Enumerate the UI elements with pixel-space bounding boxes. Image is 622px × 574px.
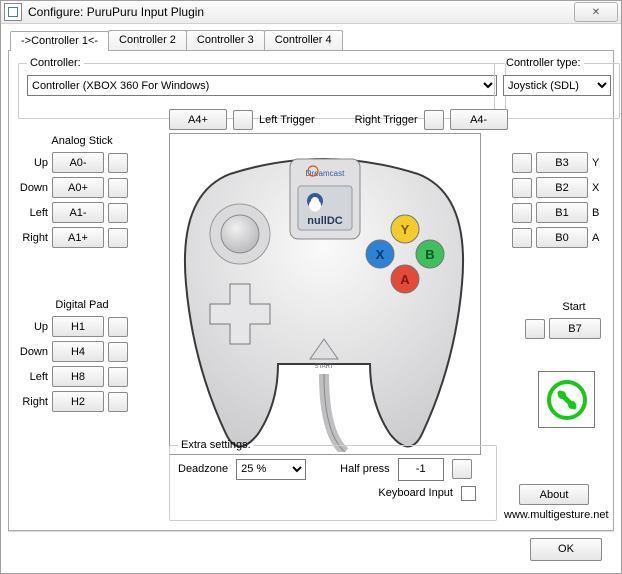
analog-down-clear[interactable] <box>108 178 128 198</box>
digital-left-button[interactable]: H8 <box>52 366 104 387</box>
start-legend: Start <box>547 301 601 313</box>
tab-controller-4[interactable]: Controller 4 <box>264 30 343 50</box>
analog-right-clear[interactable] <box>108 228 128 248</box>
controller-select[interactable]: Controller (XBOX 360 For Windows) <box>27 75 497 96</box>
svg-text:X: X <box>376 247 385 262</box>
analog-left-button[interactable]: A1- <box>52 202 104 223</box>
analog-down-label: Down <box>18 182 48 194</box>
controller-type-group: Controller type: Joystick (SDL) <box>494 57 620 119</box>
right-trigger-label: Right Trigger <box>355 114 418 126</box>
extra-settings-group: Extra settings: Deadzone 25 % Half press… <box>169 439 497 521</box>
halfpress-input[interactable] <box>398 458 444 481</box>
analog-left-label: Left <box>18 207 48 219</box>
svg-text:START: START <box>314 364 333 370</box>
face-x-clear[interactable] <box>512 178 532 198</box>
left-trigger-clear[interactable] <box>233 110 253 130</box>
digital-left-label: Left <box>18 371 48 383</box>
controller-image: Dreamcast nullDC Y X B <box>169 133 481 455</box>
analog-down-button[interactable]: A0+ <box>52 177 104 198</box>
face-b-label: B <box>592 207 604 219</box>
a4-minus-button[interactable]: A4- <box>450 109 508 130</box>
brand-text: Dreamcast <box>306 169 345 178</box>
keyboard-label: Keyboard Input <box>378 487 453 499</box>
titlebar: Configure: PuruPuru Input Plugin ✕ <box>1 1 621 24</box>
close-button[interactable]: ✕ <box>574 2 618 22</box>
svg-text:A: A <box>400 272 410 287</box>
digital-right-button[interactable]: H2 <box>52 391 104 412</box>
deadzone-select[interactable]: 25 % <box>236 459 306 480</box>
digital-up-label: Up <box>18 321 48 333</box>
window-title: Configure: PuruPuru Input Plugin <box>28 5 574 19</box>
tab-page: Controller: Controller (XBOX 360 For Win… <box>8 50 614 531</box>
plugin-icon <box>538 371 595 428</box>
controller-type-select[interactable]: Joystick (SDL) <box>503 75 611 96</box>
face-x-button[interactable]: B2 <box>536 177 588 198</box>
app-icon <box>4 3 22 21</box>
website-link[interactable]: www.multigesture.net <box>504 509 609 521</box>
digital-up-clear[interactable] <box>108 317 128 337</box>
analog-section: Analog Stick Up A0- Down A0+ Left A1- Right… <box>18 135 128 251</box>
digital-up-button[interactable]: H1 <box>52 316 104 337</box>
tab-controller-3[interactable]: Controller 3 <box>186 30 265 50</box>
analog-up-clear[interactable] <box>108 153 128 173</box>
controller-legend: Controller: <box>27 57 84 69</box>
left-trigger-label: Left Trigger <box>259 114 315 126</box>
start-section: Start B7 <box>525 301 601 340</box>
face-buttons-section: B3 Y B2 X B1 B B0 A <box>512 151 604 251</box>
face-a-label: A <box>592 232 604 244</box>
svg-text:Y: Y <box>401 222 410 237</box>
analog-up-button[interactable]: A0- <box>52 152 104 173</box>
halfpress-label: Half press <box>340 463 390 475</box>
analog-legend: Analog Stick <box>36 135 128 147</box>
digital-left-clear[interactable] <box>108 367 128 387</box>
start-clear[interactable] <box>525 319 545 339</box>
face-a-button[interactable]: B0 <box>536 227 588 248</box>
keyboard-checkbox[interactable] <box>461 486 476 501</box>
analog-right-button[interactable]: A1+ <box>52 227 104 248</box>
tabstrip: ->Controller 1<- Controller 2 Controller… <box>10 30 614 50</box>
controller-type-legend: Controller type: <box>503 57 584 69</box>
right-trigger-clear[interactable] <box>424 110 444 130</box>
face-x-label: X <box>592 182 604 194</box>
a4-plus-button[interactable]: A4+ <box>169 109 227 130</box>
config-window: Configure: PuruPuru Input Plugin ✕ ->Con… <box>0 0 622 574</box>
about-area: About www.multigesture.net <box>504 484 604 521</box>
ok-button[interactable]: OK <box>530 538 602 561</box>
tab-controller-1[interactable]: ->Controller 1<- <box>10 31 109 51</box>
analog-up-label: Up <box>18 157 48 169</box>
face-b-clear[interactable] <box>512 203 532 223</box>
digital-down-clear[interactable] <box>108 342 128 362</box>
analog-right-label: Right <box>18 232 48 244</box>
face-y-label: Y <box>592 157 604 169</box>
extra-legend: Extra settings: <box>178 439 254 451</box>
deadzone-label: Deadzone <box>178 463 228 475</box>
about-button[interactable]: About <box>519 484 589 505</box>
svg-text:B: B <box>425 247 434 262</box>
halfpress-clear[interactable] <box>452 459 472 479</box>
footer: OK <box>8 531 614 566</box>
digital-down-label: Down <box>18 346 48 358</box>
trigger-row: A4+ Left Trigger Right Trigger A4- <box>169 109 508 130</box>
client-area: ->Controller 1<- Controller 2 Controller… <box>1 24 621 573</box>
tab-controller-2[interactable]: Controller 2 <box>108 30 187 50</box>
face-b-button[interactable]: B1 <box>536 202 588 223</box>
digital-right-label: Right <box>18 396 48 408</box>
digital-right-clear[interactable] <box>108 392 128 412</box>
digital-section: Digital Pad Up H1 Down H4 Left H8 Right H2 <box>18 299 128 415</box>
face-y-clear[interactable] <box>512 153 532 173</box>
digital-down-button[interactable]: H4 <box>52 341 104 362</box>
logo-text: nullDC <box>307 215 342 227</box>
analog-left-clear[interactable] <box>108 203 128 223</box>
digital-legend: Digital Pad <box>36 299 128 311</box>
face-a-clear[interactable] <box>512 228 532 248</box>
start-button[interactable]: B7 <box>549 318 601 339</box>
face-y-button[interactable]: B3 <box>536 152 588 173</box>
